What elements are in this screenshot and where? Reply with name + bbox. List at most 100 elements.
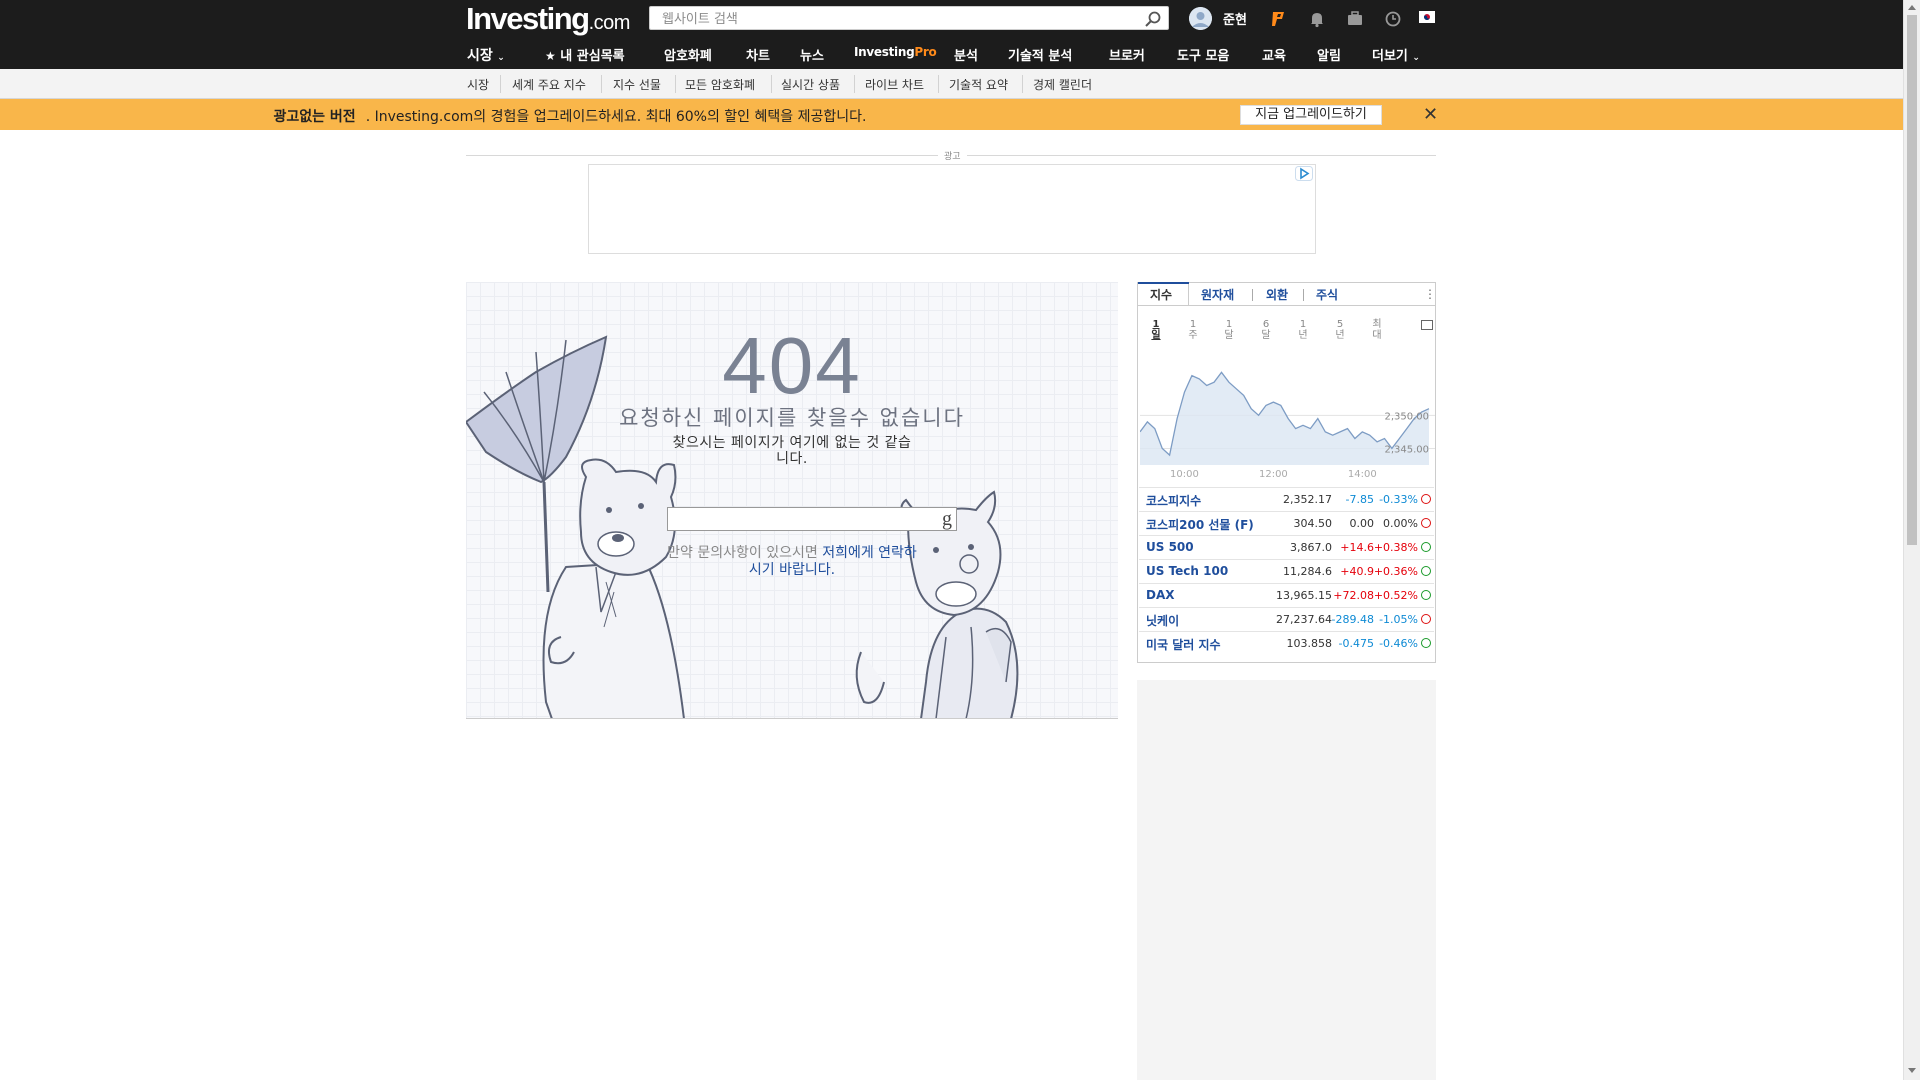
error-title: 요청하신 페이지를 찾을수 없습니다 [619,406,965,430]
period-6m[interactable]: 6달 [1259,319,1273,341]
briefcase-icon[interactable] [1345,9,1365,29]
error-contact: 만약 문의사항이 있으시면 저희에게 연락하시기 바랍니다. [666,545,918,579]
subnav-live-charts[interactable]: 라이브 차트 [865,76,924,93]
quote-name[interactable]: US Tech 100 [1146,564,1228,578]
adchoices-icon[interactable] [1295,166,1313,181]
quote-name[interactable]: 미국 달러 지수 [1146,636,1221,653]
nav-news[interactable]: 뉴스 [800,45,824,64]
quote-change: +72.08 [1333,589,1374,602]
nav-tools[interactable]: 도구 모음 [1177,45,1229,64]
quote-change-pct: +0.52% [1373,589,1418,602]
quote-name[interactable]: DAX [1146,588,1175,602]
period-1w[interactable]: 1주 [1186,319,1200,341]
ad-banner[interactable] [588,164,1316,254]
quote-change-pct: +0.36% [1373,565,1418,578]
quote-row[interactable]: DAX 13,965.15 +72.08 +0.52% [1139,583,1434,607]
quote-name[interactable]: 닛케이 [1146,612,1179,629]
promo-text: . Investing.com의 경험을 업그레이드하세요. 최대 60%의 할… [365,109,867,125]
page-scrollbar[interactable] [1903,0,1920,1080]
nav-analysis[interactable]: 분석 [954,45,978,64]
more-options-icon[interactable]: ⋮ [1424,287,1436,301]
period-max[interactable]: 최대 [1370,319,1384,341]
subnav-markets[interactable]: 시장 [467,76,489,93]
logo-suffix: .com [588,12,631,34]
period-5y[interactable]: 5년 [1333,319,1347,341]
period-1y[interactable]: 1년 [1296,319,1310,341]
bell-icon[interactable] [1307,9,1327,29]
quote-row[interactable]: 미국 달러 지수 103.858 -0.475 -0.46% [1139,631,1434,655]
site-search[interactable] [649,6,1169,30]
subnav-all-crypto[interactable]: 모든 암호화폐 [685,76,755,93]
korea-flag-icon[interactable] [1419,11,1435,23]
promo-banner: 광고없는 버전 . Investing.com의 경험을 업그레이드하세요. 최대… [0,99,1903,130]
search-g-button[interactable]: g [942,508,952,531]
tab-indices[interactable]: 지수 [1150,286,1172,303]
investing-logo[interactable]: Investing.com [466,1,631,36]
username[interactable]: 준현 [1223,9,1247,28]
quote-row[interactable]: 코스피지수 2,352.17 -7.85 -0.33% [1139,487,1434,511]
sub-nav: 시장 세계 주요 지수 지수 선물 모든 암호화폐 실시간 상품 라이브 차트 … [0,69,1903,99]
magnifier-icon[interactable] [1144,10,1162,28]
scroll-down-arrow[interactable] [1908,1068,1916,1073]
error-search-input[interactable] [672,509,926,531]
error-404-panel: 404 요청하신 페이지를 찾을수 없습니다 찾으시는 페이지가 여기에 없는 … [466,282,1118,719]
tab-stocks[interactable]: 주식 [1316,286,1338,303]
quote-name[interactable]: US 500 [1146,540,1194,554]
nav-crypto[interactable]: 암호화폐 [664,45,712,64]
period-1d[interactable]: 1일 [1149,319,1163,341]
quote-name[interactable]: 코스피200 선물 (F) [1146,516,1254,533]
nav-markets[interactable]: 시장 ⌄ [467,45,505,65]
quote-name[interactable]: 코스피지수 [1146,492,1201,509]
sidebar-ad[interactable] [1137,680,1436,1080]
market-status-clock-icon [1421,590,1431,600]
site-search-input[interactable] [660,8,1134,30]
subnav-divider [771,75,772,93]
subnav-economic-calendar[interactable]: 경제 캘린더 [1033,76,1092,93]
scroll-thumb[interactable] [1907,15,1917,545]
nav-watchlist[interactable]: ★ 내 관심목록 [545,45,625,64]
market-quotes-widget: 지수 원자재 외환 주식 ⋮ 1일 1주 1달 6달 1년 5년 최대 2,35… [1137,282,1436,663]
investingpro-icon[interactable] [1269,9,1289,29]
upgrade-button[interactable]: 지금 업그레이드하기 [1240,105,1382,125]
error-search[interactable]: g [667,507,957,531]
subnav-divider [500,75,501,93]
quote-change-pct: -0.46% [1379,637,1418,650]
chart-xtick-label: 12:00 [1259,469,1288,480]
nav-alerts[interactable]: 알림 [1317,45,1341,64]
quote-change: +14.6 [1340,541,1374,554]
expand-chart-icon[interactable] [1421,320,1433,330]
nav-charts[interactable]: 차트 [746,45,770,64]
market-status-clock-icon [1421,494,1431,504]
quote-row[interactable]: US Tech 100 11,284.6 +40.9 +0.36% [1139,559,1434,583]
subnav-world-indices[interactable]: 세계 주요 지수 [512,76,586,93]
ad-label: 광고 [938,149,967,162]
quote-last: 3,867.0 [1290,541,1332,554]
nav-technical[interactable]: 기술적 분석 [1008,45,1072,64]
chart-ytick-label: 2,345.00 [1384,444,1429,455]
quote-row[interactable]: 코스피200 선물 (F) 304.50 0.00 0.00% [1139,511,1434,535]
nav-more[interactable]: 더보기 ⌄ [1372,45,1420,64]
market-status-clock-icon [1421,542,1431,552]
tab-forex[interactable]: 외환 [1266,286,1288,303]
close-icon[interactable]: ✕ [1423,104,1438,125]
quote-change: -7.85 [1345,493,1374,506]
clock-icon[interactable] [1383,9,1403,29]
top-header: Investing.com 준현 시장 ⌄ ★ 내 관심목록 암호화폐 차트 뉴… [0,0,1903,69]
index-mini-chart[interactable]: 2,350.00 2,345.00 10:00 12:00 14:00 [1140,355,1435,485]
tab-commodities[interactable]: 원자재 [1201,286,1234,303]
avatar-icon[interactable] [1189,7,1212,30]
quote-row[interactable]: 닛케이 27,237.64 -289.48 -1.05% [1139,607,1434,631]
nav-education[interactable]: 교육 [1262,45,1286,64]
quote-last: 2,352.17 [1283,493,1332,506]
period-1m[interactable]: 1달 [1222,319,1236,341]
subnav-tech-summary[interactable]: 기술적 요약 [949,76,1008,93]
star-icon: ★ [545,49,556,63]
quote-change: +40.9 [1340,565,1374,578]
scroll-up-arrow[interactable] [1908,5,1916,10]
nav-investingpro[interactable]: InvestingPro [854,45,937,59]
subnav-commodities[interactable]: 실시간 상품 [781,76,840,93]
nav-brokers[interactable]: 브로커 [1109,45,1145,64]
subnav-divider [938,75,939,93]
subnav-index-futures[interactable]: 지수 선물 [613,76,661,93]
quote-row[interactable]: US 500 3,867.0 +14.6 +0.38% [1139,535,1434,559]
